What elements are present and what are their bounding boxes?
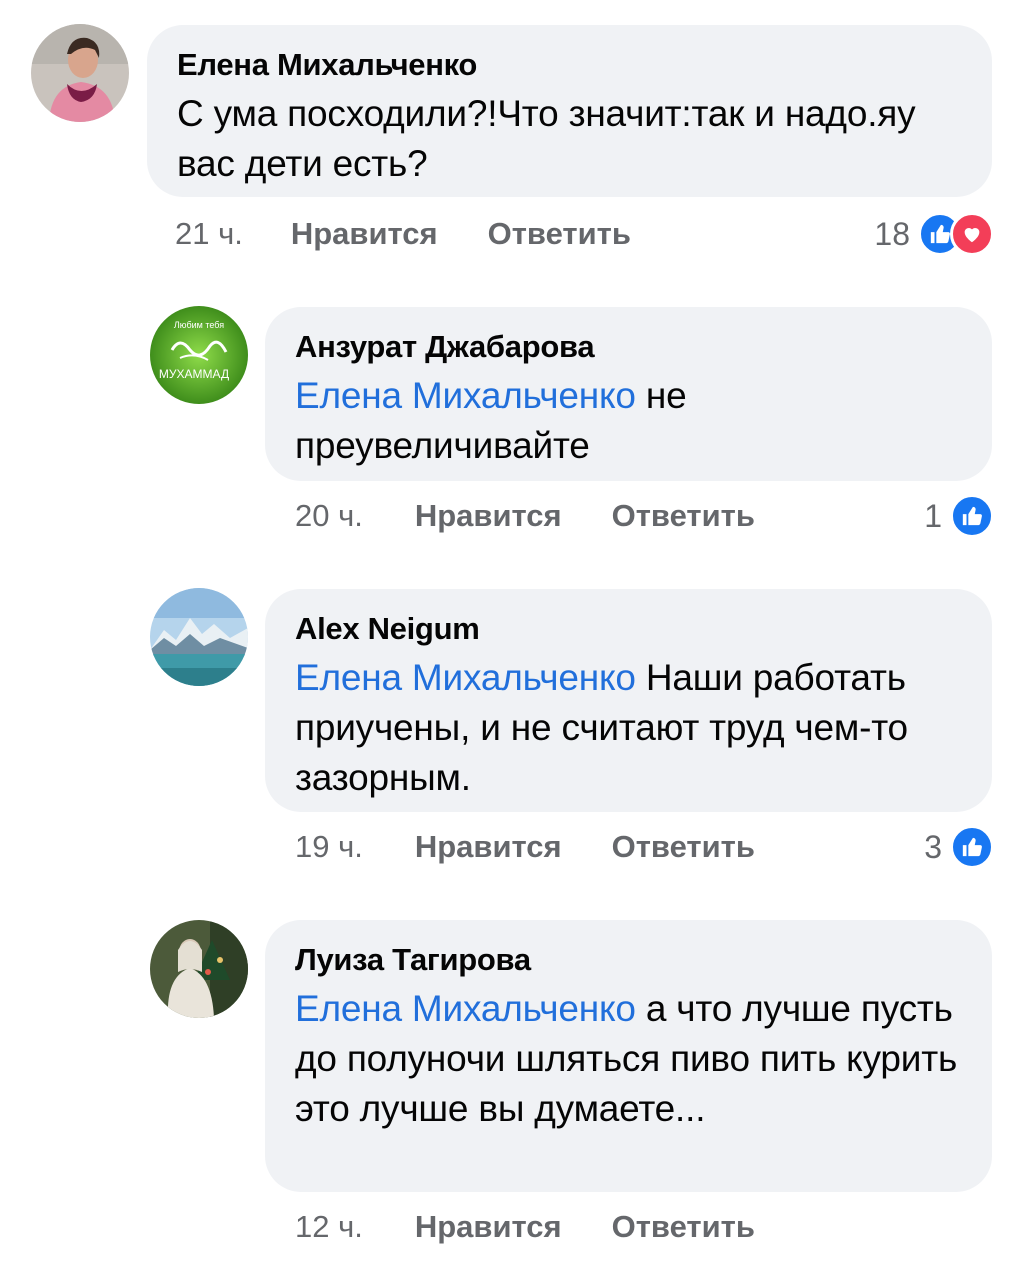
comment-thread: Елена Михальченко С ума посходили?!Что з… (0, 0, 1022, 1280)
comment-author[interactable]: Анзурат Джабарова (295, 329, 962, 365)
like-button[interactable]: Нравится (291, 216, 438, 252)
comment-actions: 20 ч. Нравится Ответить (295, 494, 755, 538)
comment-actions: 19 ч. Нравится Ответить (295, 825, 755, 869)
comment-actions: 12 ч. Нравится Ответить (295, 1205, 755, 1249)
comment-timestamp[interactable]: 21 ч. (175, 216, 243, 252)
reaction-count: 3 (924, 828, 942, 865)
comment-timestamp[interactable]: 12 ч. (295, 1209, 363, 1245)
reactions-summary[interactable]: 18 (874, 212, 994, 256)
like-icon (950, 494, 994, 538)
comment-text: С ума посходили?!Что значит:так и надо.я… (177, 89, 962, 189)
avatar[interactable] (150, 920, 248, 1018)
comment-timestamp[interactable]: 20 ч. (295, 498, 363, 534)
comment-text: Елена Михальченко а что лучше пусть до п… (295, 984, 962, 1134)
comment-body: С ума посходили?!Что значит:так и надо.я… (177, 93, 916, 184)
reactions-summary[interactable]: 1 (924, 494, 994, 538)
mention-link[interactable]: Елена Михальченко (295, 375, 636, 416)
comment-bubble: Alex Neigum Елена Михальченко Наши работ… (265, 589, 992, 812)
avatar-caption-top: Любим тебя (174, 320, 224, 330)
comment-bubble: Елена Михальченко С ума посходили?!Что з… (147, 25, 992, 197)
like-button[interactable]: Нравится (415, 829, 562, 865)
reply-button[interactable]: Ответить (612, 498, 755, 534)
comment-text: Елена Михальченко не преувеличивайте (295, 371, 962, 471)
like-button[interactable]: Нравится (415, 498, 562, 534)
comment-bubble: Луиза Тагирова Елена Михальченко а что л… (265, 920, 992, 1192)
reply-button[interactable]: Ответить (488, 216, 631, 252)
like-button[interactable]: Нравится (415, 1209, 562, 1245)
comment-author[interactable]: Елена Михальченко (177, 47, 962, 83)
comment-author[interactable]: Alex Neigum (295, 611, 962, 647)
love-icon (950, 212, 994, 256)
comment-actions: 21 ч. Нравится Ответить (175, 212, 631, 256)
reactions-summary[interactable]: 3 (924, 825, 994, 869)
comment-timestamp[interactable]: 19 ч. (295, 829, 363, 865)
avatar[interactable] (150, 588, 248, 686)
comment-bubble: Анзурат Джабарова Елена Михальченко не п… (265, 307, 992, 481)
reply-button[interactable]: Ответить (612, 829, 755, 865)
comment-author[interactable]: Луиза Тагирова (295, 942, 962, 978)
avatar-caption-bottom: МУХАММАД (159, 367, 229, 381)
mention-link[interactable]: Елена Михальченко (295, 988, 636, 1029)
reply-button[interactable]: Ответить (612, 1209, 755, 1245)
avatar[interactable] (31, 24, 129, 122)
reaction-count: 18 (874, 215, 910, 252)
comment-text: Елена Михальченко Наши работать приучены… (295, 653, 962, 803)
mention-link[interactable]: Елена Михальченко (295, 657, 636, 698)
like-icon (950, 825, 994, 869)
avatar[interactable]: Любим тебя МУХАММАД (150, 306, 248, 404)
reaction-count: 1 (924, 497, 942, 534)
